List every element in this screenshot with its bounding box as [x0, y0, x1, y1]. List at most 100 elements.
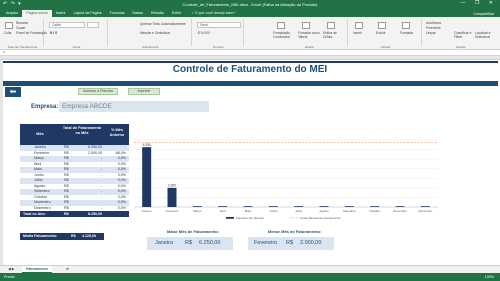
cell-styles-button[interactable]: Estilos de Célula	[323, 31, 345, 39]
header-month: Mês	[36, 132, 44, 136]
title-bar: ↶ ↷ ▾ Controle_de_Faturamento_MEI.xlsm -…	[0, 0, 500, 8]
group-editing: AutoSoma Preencher Limpar Classificar e …	[424, 19, 498, 49]
number-format-buttons[interactable]: $ % 000	[198, 31, 210, 35]
tell-me-search[interactable]: ♀ O que você deseja fazer?	[191, 10, 236, 17]
max-month-card: Janeiro R$ 6.250,00	[147, 237, 233, 250]
header-pct: % Mês Anterior	[109, 128, 125, 137]
legend-swatch-faturamento	[226, 217, 234, 219]
tab-formulas[interactable]: Fórmulas	[106, 10, 129, 17]
revenue-chart[interactable]: 6.250 Janeiro 2.000 Fevereiro Março Abril Maio…	[130, 136, 442, 226]
tab-revisao[interactable]: Revisão	[147, 10, 168, 17]
sort-filter-button[interactable]: Classificar e Filtrar	[454, 31, 474, 39]
x-tick-label: Fevereiro	[166, 209, 179, 213]
data-label: 2.000	[168, 184, 176, 188]
tab-layout[interactable]: Layout da Página	[70, 10, 106, 17]
conditional-format-button[interactable]: Formatação Condicional	[273, 31, 297, 39]
header-rule	[3, 61, 498, 63]
x-tick-label: Junho	[269, 209, 278, 213]
group-styles: Formatação Condicional Formatar como Tab…	[272, 19, 348, 49]
bold-italic-underline[interactable]: N I S	[50, 31, 57, 35]
max-month-currency: R$	[185, 240, 193, 246]
delete-cells-icon[interactable]	[378, 22, 386, 29]
bar-fevereiro	[167, 187, 177, 207]
quick-access-toolbar[interactable]: ↶ ↷ ▾	[3, 1, 22, 7]
min-month-value: 2.000,00	[300, 240, 322, 246]
back-arrow-icon[interactable]: ⬅	[5, 87, 21, 97]
tab-dados[interactable]: Dados	[129, 10, 147, 17]
format-cells-button[interactable]: Formatar	[400, 31, 413, 35]
group-label: Número	[213, 45, 224, 49]
x-tick-label: Outubro	[369, 209, 380, 213]
delete-cells-button[interactable]: Excluir	[376, 31, 386, 35]
total-value: 8.250,00	[88, 212, 102, 216]
print-button[interactable]: Imprimir	[128, 88, 160, 95]
paste-icon[interactable]	[5, 22, 13, 29]
average-label: Média Faturamento:	[23, 234, 58, 238]
clear-button[interactable]: Limpar	[426, 31, 436, 35]
group-label: Alinhamento	[142, 45, 159, 49]
tab-inserir[interactable]: Inserir	[52, 10, 70, 17]
status-ready: Pronto	[4, 275, 15, 279]
company-field[interactable]: Empresa ABCDE	[59, 101, 209, 112]
min-month-name: Fevereiro	[254, 240, 278, 246]
font-name-select[interactable]: Calibri	[49, 22, 85, 28]
access-sheet-button[interactable]: Acessar a Planilha	[78, 88, 118, 95]
tab-pagina-inicial[interactable]: Página Inicial	[22, 10, 52, 17]
font-size-select[interactable]	[87, 22, 99, 28]
format-painter-button[interactable]: Pincel de Formatação	[16, 31, 47, 35]
number-format-select[interactable]: Geral	[197, 22, 241, 28]
legend-label: Limite Mensal de Faturamento	[300, 216, 341, 220]
table-header: Mês Total de Faturamento no Mês % Mês An…	[20, 124, 129, 145]
max-month-value: 6.250,00	[199, 240, 221, 246]
group-label: Células	[380, 45, 391, 49]
merge-center-button[interactable]: Mesclar e Centralizar	[140, 31, 170, 35]
add-sheet-icon[interactable]: ⊕	[62, 266, 73, 273]
fill-button[interactable]: Preencher	[426, 26, 441, 30]
paste-button[interactable]: Colar	[4, 31, 12, 35]
bar-janeiro	[142, 147, 152, 207]
group-number: Geral $ % 000 Número	[194, 19, 244, 49]
wrap-text-button[interactable]: Quebrar Texto Automaticamente	[140, 22, 186, 26]
format-table-icon[interactable]	[302, 22, 310, 29]
x-tick-label: Dezembro	[418, 209, 432, 213]
average-row: Média Faturamento: R$ 4.125,00	[20, 233, 104, 240]
tab-exibir[interactable]: Exibir	[168, 10, 185, 17]
group-font: Calibri N I S Fonte	[46, 19, 108, 49]
sheet-tab-faturamento[interactable]: Faturamento	[22, 266, 52, 273]
format-table-button[interactable]: Formatar como Tabela	[298, 31, 320, 39]
ribbon: Colar Recortar Copiar Pincel de Formataç…	[0, 17, 500, 50]
total-row: Total no Ano: R$ 8.250,00	[20, 211, 129, 217]
conditional-format-icon[interactable]	[277, 22, 285, 29]
max-month-title: Maior Mês de Faturamento:	[167, 229, 220, 234]
x-tick-label: Janeiro	[142, 209, 152, 213]
insert-cells-icon[interactable]	[355, 22, 363, 29]
insert-cells-button[interactable]: Inserir	[353, 31, 362, 35]
group-alignment: Quebrar Texto Automaticamente Mesclar e …	[110, 19, 192, 49]
min-month-currency: R$	[286, 240, 294, 246]
cell-styles-icon[interactable]	[327, 22, 335, 29]
x-tick-label: Março	[193, 209, 202, 213]
copy-button[interactable]: Copiar	[16, 26, 25, 30]
legend-label: Faturamento Mensal	[236, 216, 264, 220]
group-clipboard: Colar Recortar Copiar Pincel de Formataç…	[2, 19, 47, 49]
min-month-title: Menor Mês de Faturamento:	[268, 229, 322, 234]
x-tick-label: Maio	[245, 209, 252, 213]
total-label: Total no Ano:	[23, 212, 46, 216]
window-controls[interactable]: — ❐ ✕	[461, 0, 497, 6]
group-cells: Inserir Excluir Formatar Células	[350, 19, 422, 49]
find-select-button[interactable]: Localizar e Selecionar	[475, 31, 497, 39]
x-tick-label: Agosto	[319, 209, 329, 213]
sheet-nav-arrows[interactable]: ◀ ▶	[4, 266, 19, 273]
min-month-card: Fevereiro R$ 2.000,00	[248, 237, 334, 250]
x-tick-label: Setembro	[343, 209, 356, 213]
format-cells-icon[interactable]	[402, 22, 410, 29]
share-button[interactable]: Compartilhar	[473, 12, 494, 16]
cut-button[interactable]: Recortar	[16, 21, 28, 25]
window-title: Controle_de_Faturamento_MEI.xlsm - Excel…	[182, 1, 318, 7]
autosum-button[interactable]: AutoSoma	[426, 21, 441, 25]
zoom-level[interactable]: 100%	[485, 273, 494, 281]
sheet-tab-bar: ◀ ▶ Faturamento ⊕	[0, 265, 500, 273]
page-title: Controle de Faturamento do MEI	[172, 64, 328, 75]
tab-arquivo[interactable]: Arquivo	[2, 10, 22, 17]
average-currency: R$	[71, 234, 76, 238]
